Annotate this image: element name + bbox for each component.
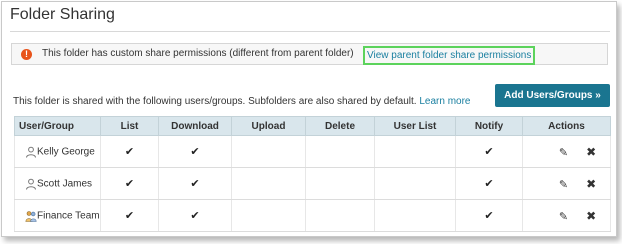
permission-cell-upload[interactable]: [231, 167, 306, 200]
permission-cell-notify[interactable]: ✔: [455, 167, 523, 200]
permission-cell-delete[interactable]: [305, 167, 375, 200]
column-header-list[interactable]: List: [100, 116, 159, 136]
group-icon: [25, 210, 37, 222]
checkmark-icon: ✔: [190, 210, 200, 222]
exclamation-icon: !: [21, 49, 32, 60]
column-header-delete[interactable]: Delete: [305, 116, 375, 136]
user-group-name: Kelly George: [37, 146, 95, 158]
permission-cell-download[interactable]: ✔: [158, 199, 232, 232]
permission-cell-notify[interactable]: ✔: [455, 135, 523, 168]
add-users-groups-button[interactable]: Add Users/Groups »: [495, 84, 610, 107]
table-body: Kelly George ✔ ✔ ✔ ✎ ✖ Scott James ✔ ✔ ✔ ✎ ✖ Finance…: [14, 135, 611, 232]
column-header-download[interactable]: Download: [158, 116, 232, 136]
checkmark-icon: ✔: [484, 178, 494, 190]
user-icon: [25, 178, 37, 190]
permission-cell-user-list[interactable]: [374, 199, 456, 232]
permission-cell-download[interactable]: ✔: [158, 135, 232, 168]
view-parent-permissions-link[interactable]: View parent folder share permissions: [363, 46, 536, 65]
permission-cell-delete[interactable]: [305, 135, 375, 168]
delete-icon[interactable]: ✖: [586, 177, 596, 191]
checkmark-icon: ✔: [484, 146, 494, 158]
shared-with-text: This folder is shared with the following…: [13, 96, 417, 107]
permission-cell-list[interactable]: ✔: [100, 167, 159, 200]
column-header-upload[interactable]: Upload: [231, 116, 306, 136]
learn-more-link[interactable]: Learn more: [419, 96, 470, 107]
table-row: Scott James ✔ ✔ ✔ ✎ ✖: [14, 167, 611, 200]
user-group-cell: Kelly George: [14, 135, 101, 168]
alert-text: This folder has custom share permissions…: [42, 48, 354, 59]
user-icon: [25, 146, 37, 158]
permission-cell-list[interactable]: ✔: [100, 199, 159, 232]
page-title: Folder Sharing: [10, 6, 115, 23]
folder-sharing-panel: Folder Sharing ! This folder has custom …: [1, 1, 617, 237]
edit-icon[interactable]: ✎: [559, 179, 568, 191]
user-group-name: Scott James: [37, 178, 93, 190]
permission-cell-user-list[interactable]: [374, 135, 456, 168]
checkmark-icon: ✔: [124, 210, 135, 222]
edit-icon[interactable]: ✎: [559, 147, 568, 159]
permission-cell-user-list[interactable]: [374, 167, 456, 200]
delete-icon[interactable]: ✖: [586, 145, 596, 159]
permission-cell-download[interactable]: ✔: [158, 167, 232, 200]
column-header-user-group[interactable]: User/Group: [14, 116, 101, 136]
user-group-cell: Finance Team: [14, 199, 101, 232]
user-group-name: Finance Team: [37, 210, 100, 222]
column-header-actions: Actions: [522, 116, 611, 136]
table-header-row: User/Group List Download Upload Delete U…: [14, 116, 611, 136]
permission-cell-list[interactable]: ✔: [100, 135, 159, 168]
shared-with-description: This folder is shared with the following…: [13, 96, 470, 107]
permission-cell-delete[interactable]: [305, 199, 375, 232]
checkmark-icon: ✔: [124, 146, 135, 158]
permission-cell-notify[interactable]: ✔: [455, 199, 523, 232]
user-group-cell: Scott James: [14, 167, 101, 200]
checkmark-icon: ✔: [190, 146, 200, 158]
custom-permissions-alert: ! This folder has custom share permissio…: [11, 43, 608, 65]
edit-icon[interactable]: ✎: [559, 211, 568, 223]
delete-icon[interactable]: ✖: [586, 209, 596, 223]
permission-cell-upload[interactable]: [231, 135, 306, 168]
checkmark-icon: ✔: [484, 210, 494, 222]
actions-cell: ✎ ✖: [522, 167, 611, 200]
column-header-user-list[interactable]: User List: [374, 116, 456, 136]
actions-cell: ✎ ✖: [522, 135, 611, 168]
table-row: Finance Team ✔ ✔ ✔ ✎ ✖: [14, 199, 611, 232]
actions-cell: ✎ ✖: [522, 199, 611, 232]
column-header-notify[interactable]: Notify: [455, 116, 523, 136]
checkmark-icon: ✔: [124, 178, 135, 190]
table-row: Kelly George ✔ ✔ ✔ ✎ ✖: [14, 135, 611, 168]
permission-cell-upload[interactable]: [231, 199, 306, 232]
sharing-table: User/Group List Download Upload Delete U…: [14, 116, 611, 232]
checkmark-icon: ✔: [190, 178, 200, 190]
title-divider: [10, 31, 610, 32]
